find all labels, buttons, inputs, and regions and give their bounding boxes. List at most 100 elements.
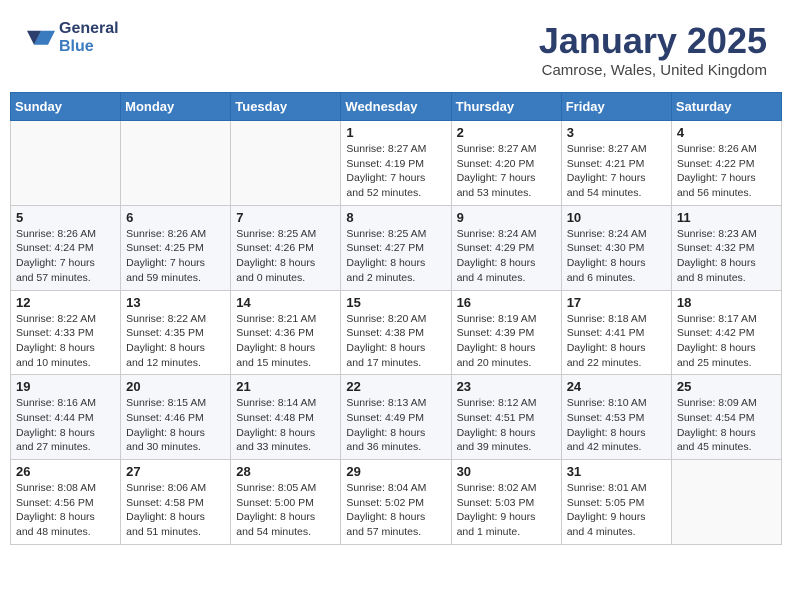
day-info: Sunrise: 8:01 AM Sunset: 5:05 PM Dayligh…	[567, 481, 666, 540]
calendar-cell: 15 Sunrise: 8:20 AM Sunset: 4:38 PM Dayli…	[341, 290, 451, 375]
calendar-cell: 26 Sunrise: 8:08 AM Sunset: 4:56 PM Dayli…	[11, 460, 121, 545]
day-number: 5	[16, 210, 115, 225]
day-number: 25	[677, 379, 776, 394]
day-info: Sunrise: 8:27 AM Sunset: 4:21 PM Dayligh…	[567, 142, 666, 201]
calendar-table: SundayMondayTuesdayWednesdayThursdayFrid…	[10, 92, 782, 545]
calendar-cell: 28 Sunrise: 8:05 AM Sunset: 5:00 PM Dayli…	[231, 460, 341, 545]
day-info: Sunrise: 8:16 AM Sunset: 4:44 PM Dayligh…	[16, 396, 115, 455]
day-info: Sunrise: 8:08 AM Sunset: 4:56 PM Dayligh…	[16, 481, 115, 540]
calendar-cell	[231, 121, 341, 206]
day-info: Sunrise: 8:26 AM Sunset: 4:22 PM Dayligh…	[677, 142, 776, 201]
day-number: 22	[346, 379, 445, 394]
day-info: Sunrise: 8:24 AM Sunset: 4:29 PM Dayligh…	[457, 227, 556, 286]
day-number: 8	[346, 210, 445, 225]
day-info: Sunrise: 8:27 AM Sunset: 4:19 PM Dayligh…	[346, 142, 445, 201]
day-number: 12	[16, 295, 115, 310]
day-of-week-header: Friday	[561, 93, 671, 121]
calendar-cell: 19 Sunrise: 8:16 AM Sunset: 4:44 PM Dayli…	[11, 375, 121, 460]
day-of-week-header: Sunday	[11, 93, 121, 121]
calendar-cell: 14 Sunrise: 8:21 AM Sunset: 4:36 PM Dayli…	[231, 290, 341, 375]
calendar-cell: 18 Sunrise: 8:17 AM Sunset: 4:42 PM Dayli…	[671, 290, 781, 375]
day-number: 14	[236, 295, 335, 310]
day-of-week-header: Monday	[121, 93, 231, 121]
location-subtitle: Camrose, Wales, United Kingdom	[539, 62, 767, 79]
day-info: Sunrise: 8:02 AM Sunset: 5:03 PM Dayligh…	[457, 481, 556, 540]
day-info: Sunrise: 8:27 AM Sunset: 4:20 PM Dayligh…	[457, 142, 556, 201]
day-info: Sunrise: 8:20 AM Sunset: 4:38 PM Dayligh…	[346, 312, 445, 371]
logo-blue-text: Blue	[59, 38, 119, 56]
day-number: 7	[236, 210, 335, 225]
calendar-cell: 6 Sunrise: 8:26 AM Sunset: 4:25 PM Daylig…	[121, 205, 231, 290]
day-info: Sunrise: 8:18 AM Sunset: 4:41 PM Dayligh…	[567, 312, 666, 371]
calendar-cell: 23Sunrise: 8:12 AM Sunset: 4:51 PM Dayli…	[451, 375, 561, 460]
day-info: Sunrise: 8:13 AM Sunset: 4:49 PM Dayligh…	[346, 396, 445, 455]
calendar-cell: 5Sunrise: 8:26 AM Sunset: 4:24 PM Daylig…	[11, 205, 121, 290]
day-info: Sunrise: 8:23 AM Sunset: 4:32 PM Dayligh…	[677, 227, 776, 286]
page-header: General Blue January 2025 Camrose, Wales…	[10, 10, 782, 84]
day-info: Sunrise: 8:05 AM Sunset: 5:00 PM Dayligh…	[236, 481, 335, 540]
day-info: Sunrise: 8:22 AM Sunset: 4:35 PM Dayligh…	[126, 312, 225, 371]
day-info: Sunrise: 8:19 AM Sunset: 4:39 PM Dayligh…	[457, 312, 556, 371]
day-number: 29	[346, 464, 445, 479]
calendar-cell: 11 Sunrise: 8:23 AM Sunset: 4:32 PM Dayli…	[671, 205, 781, 290]
calendar-cell: 22 Sunrise: 8:13 AM Sunset: 4:49 PM Dayli…	[341, 375, 451, 460]
day-number: 2	[457, 125, 556, 140]
calendar-cell: 8 Sunrise: 8:25 AM Sunset: 4:27 PM Daylig…	[341, 205, 451, 290]
day-info: Sunrise: 8:24 AM Sunset: 4:30 PM Dayligh…	[567, 227, 666, 286]
calendar-cell: 24 Sunrise: 8:10 AM Sunset: 4:53 PM Dayli…	[561, 375, 671, 460]
calendar-cell: 4 Sunrise: 8:26 AM Sunset: 4:22 PM Daylig…	[671, 121, 781, 206]
day-number: 18	[677, 295, 776, 310]
day-number: 21	[236, 379, 335, 394]
day-info: Sunrise: 8:25 AM Sunset: 4:27 PM Dayligh…	[346, 227, 445, 286]
calendar-cell: 21Sunrise: 8:14 AM Sunset: 4:48 PM Dayli…	[231, 375, 341, 460]
day-number: 31	[567, 464, 666, 479]
calendar-week-row: 1 Sunrise: 8:27 AM Sunset: 4:19 PM Daylig…	[11, 121, 782, 206]
calendar-cell	[121, 121, 231, 206]
title-block: January 2025 Camrose, Wales, United King…	[539, 20, 767, 79]
day-info: Sunrise: 8:10 AM Sunset: 4:53 PM Dayligh…	[567, 396, 666, 455]
calendar-header-row: SundayMondayTuesdayWednesdayThursdayFrid…	[11, 93, 782, 121]
day-info: Sunrise: 8:04 AM Sunset: 5:02 PM Dayligh…	[346, 481, 445, 540]
calendar-cell: 27 Sunrise: 8:06 AM Sunset: 4:58 PM Dayli…	[121, 460, 231, 545]
day-number: 6	[126, 210, 225, 225]
day-info: Sunrise: 8:17 AM Sunset: 4:42 PM Dayligh…	[677, 312, 776, 371]
day-number: 17	[567, 295, 666, 310]
day-number: 13	[126, 295, 225, 310]
day-info: Sunrise: 8:21 AM Sunset: 4:36 PM Dayligh…	[236, 312, 335, 371]
calendar-cell: 12Sunrise: 8:22 AM Sunset: 4:33 PM Dayli…	[11, 290, 121, 375]
calendar-cell: 13 Sunrise: 8:22 AM Sunset: 4:35 PM Dayli…	[121, 290, 231, 375]
logo: General Blue	[25, 20, 119, 56]
logo-general-text: General	[59, 20, 119, 38]
day-number: 10	[567, 210, 666, 225]
calendar-cell: 17 Sunrise: 8:18 AM Sunset: 4:41 PM Dayli…	[561, 290, 671, 375]
day-info: Sunrise: 8:06 AM Sunset: 4:58 PM Dayligh…	[126, 481, 225, 540]
calendar-cell: 10 Sunrise: 8:24 AM Sunset: 4:30 PM Dayli…	[561, 205, 671, 290]
calendar-cell: 16Sunrise: 8:19 AM Sunset: 4:39 PM Dayli…	[451, 290, 561, 375]
calendar-cell: 2 Sunrise: 8:27 AM Sunset: 4:20 PM Daylig…	[451, 121, 561, 206]
calendar-week-row: 26 Sunrise: 8:08 AM Sunset: 4:56 PM Dayli…	[11, 460, 782, 545]
day-info: Sunrise: 8:26 AM Sunset: 4:25 PM Dayligh…	[126, 227, 225, 286]
calendar-cell: 20 Sunrise: 8:15 AM Sunset: 4:46 PM Dayli…	[121, 375, 231, 460]
day-number: 4	[677, 125, 776, 140]
day-number: 15	[346, 295, 445, 310]
day-number: 26	[16, 464, 115, 479]
day-info: Sunrise: 8:09 AM Sunset: 4:54 PM Dayligh…	[677, 396, 776, 455]
day-number: 11	[677, 210, 776, 225]
day-of-week-header: Tuesday	[231, 93, 341, 121]
day-number: 20	[126, 379, 225, 394]
logo-icon	[27, 22, 55, 50]
day-number: 1	[346, 125, 445, 140]
day-number: 23	[457, 379, 556, 394]
calendar-cell: 31 Sunrise: 8:01 AM Sunset: 5:05 PM Dayli…	[561, 460, 671, 545]
calendar-cell: 25 Sunrise: 8:09 AM Sunset: 4:54 PM Dayli…	[671, 375, 781, 460]
day-number: 24	[567, 379, 666, 394]
calendar-cell: 9Sunrise: 8:24 AM Sunset: 4:29 PM Daylig…	[451, 205, 561, 290]
day-info: Sunrise: 8:15 AM Sunset: 4:46 PM Dayligh…	[126, 396, 225, 455]
calendar-cell: 29 Sunrise: 8:04 AM Sunset: 5:02 PM Dayli…	[341, 460, 451, 545]
day-number: 19	[16, 379, 115, 394]
day-number: 28	[236, 464, 335, 479]
calendar-week-row: 5Sunrise: 8:26 AM Sunset: 4:24 PM Daylig…	[11, 205, 782, 290]
day-number: 27	[126, 464, 225, 479]
calendar-cell: 3Sunrise: 8:27 AM Sunset: 4:21 PM Daylig…	[561, 121, 671, 206]
calendar-week-row: 19 Sunrise: 8:16 AM Sunset: 4:44 PM Dayli…	[11, 375, 782, 460]
